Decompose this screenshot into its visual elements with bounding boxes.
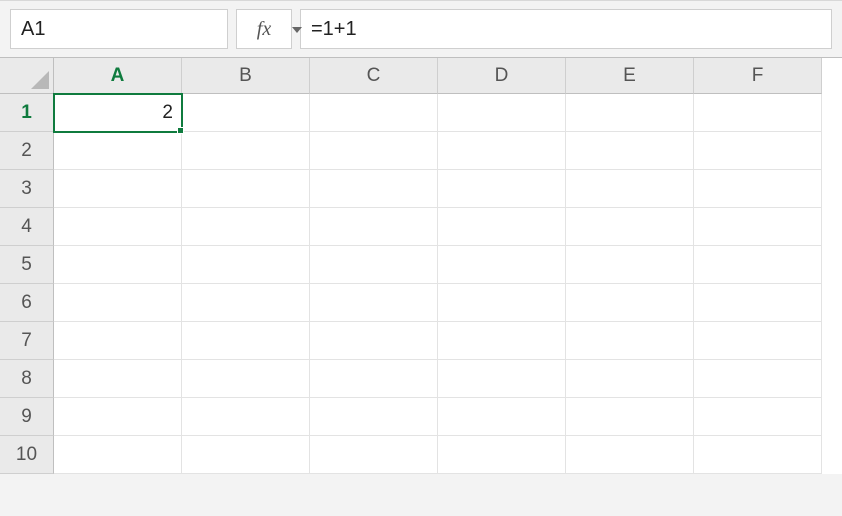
formula-bar-region: fx [0, 0, 842, 57]
cell-b1[interactable] [182, 94, 310, 132]
spreadsheet-grid: ABCDEF 122345678910 [0, 57, 842, 474]
chevron-down-icon[interactable] [286, 22, 302, 36]
column-header-c[interactable]: C [310, 58, 438, 94]
cell-b4[interactable] [182, 208, 310, 246]
cell-a5[interactable] [54, 246, 182, 284]
cell-b3[interactable] [182, 170, 310, 208]
column-header-b[interactable]: B [182, 58, 310, 94]
cell-d3[interactable] [438, 170, 566, 208]
cell-a3[interactable] [54, 170, 182, 208]
cell-c2[interactable] [310, 132, 438, 170]
cell-b6[interactable] [182, 284, 310, 322]
cell-b5[interactable] [182, 246, 310, 284]
column-header-e[interactable]: E [566, 58, 694, 94]
row-header-10[interactable]: 10 [0, 436, 54, 474]
cell-a2[interactable] [54, 132, 182, 170]
row-header-7[interactable]: 7 [0, 322, 54, 360]
row-header-5[interactable]: 5 [0, 246, 54, 284]
cell-f5[interactable] [694, 246, 822, 284]
cell-c4[interactable] [310, 208, 438, 246]
cell-a7[interactable] [54, 322, 182, 360]
cell-d10[interactable] [438, 436, 566, 474]
cell-e9[interactable] [566, 398, 694, 436]
cell-a4[interactable] [54, 208, 182, 246]
cell-d2[interactable] [438, 132, 566, 170]
row-header-2[interactable]: 2 [0, 132, 54, 170]
cell-e3[interactable] [566, 170, 694, 208]
cell-c1[interactable] [310, 94, 438, 132]
name-box-input[interactable] [21, 18, 286, 41]
cell-f1[interactable] [694, 94, 822, 132]
cell-e1[interactable] [566, 94, 694, 132]
row-header-3[interactable]: 3 [0, 170, 54, 208]
column-header-a[interactable]: A [54, 58, 182, 94]
row-header-8[interactable]: 8 [0, 360, 54, 398]
fill-handle[interactable] [177, 127, 184, 134]
cell-e6[interactable] [566, 284, 694, 322]
column-header-d[interactable]: D [438, 58, 566, 94]
cell-f9[interactable] [694, 398, 822, 436]
cell-e4[interactable] [566, 208, 694, 246]
cell-c10[interactable] [310, 436, 438, 474]
formula-input[interactable] [311, 18, 821, 41]
cell-d4[interactable] [438, 208, 566, 246]
cell-f8[interactable] [694, 360, 822, 398]
cell-c3[interactable] [310, 170, 438, 208]
row-header-4[interactable]: 4 [0, 208, 54, 246]
cell-c7[interactable] [310, 322, 438, 360]
column-header-f[interactable]: F [694, 58, 822, 94]
cell-a8[interactable] [54, 360, 182, 398]
cell-d1[interactable] [438, 94, 566, 132]
cell-a9[interactable] [54, 398, 182, 436]
cell-a10[interactable] [54, 436, 182, 474]
cell-d5[interactable] [438, 246, 566, 284]
cell-c6[interactable] [310, 284, 438, 322]
cell-a1[interactable]: 2 [54, 94, 182, 132]
name-box[interactable] [10, 9, 228, 49]
cell-c9[interactable] [310, 398, 438, 436]
cell-f6[interactable] [694, 284, 822, 322]
row-header-1[interactable]: 1 [0, 94, 54, 132]
cell-b10[interactable] [182, 436, 310, 474]
cell-e5[interactable] [566, 246, 694, 284]
cell-d7[interactable] [438, 322, 566, 360]
select-all-corner[interactable] [0, 58, 54, 94]
cell-f10[interactable] [694, 436, 822, 474]
cell-d9[interactable] [438, 398, 566, 436]
cell-b9[interactable] [182, 398, 310, 436]
cell-d6[interactable] [438, 284, 566, 322]
cell-e2[interactable] [566, 132, 694, 170]
cell-a6[interactable] [54, 284, 182, 322]
cell-e8[interactable] [566, 360, 694, 398]
cell-f7[interactable] [694, 322, 822, 360]
cell-f3[interactable] [694, 170, 822, 208]
cell-b2[interactable] [182, 132, 310, 170]
cell-f4[interactable] [694, 208, 822, 246]
cell-c8[interactable] [310, 360, 438, 398]
row-header-9[interactable]: 9 [0, 398, 54, 436]
cell-e7[interactable] [566, 322, 694, 360]
cell-b8[interactable] [182, 360, 310, 398]
cell-e10[interactable] [566, 436, 694, 474]
cell-c5[interactable] [310, 246, 438, 284]
cell-b7[interactable] [182, 322, 310, 360]
row-header-6[interactable]: 6 [0, 284, 54, 322]
cell-f2[interactable] [694, 132, 822, 170]
formula-bar[interactable] [300, 9, 832, 49]
cell-d8[interactable] [438, 360, 566, 398]
